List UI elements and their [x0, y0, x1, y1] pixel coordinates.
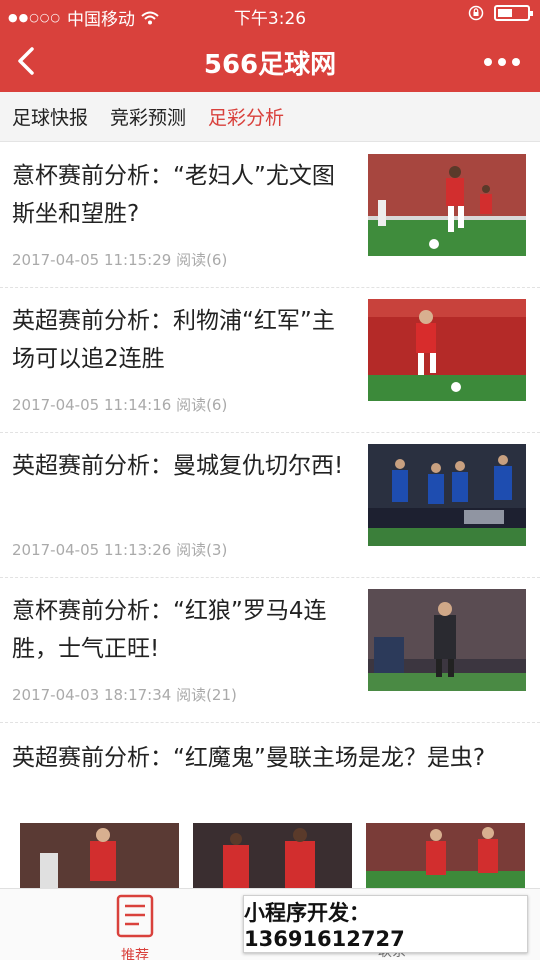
- article-meta: 2017-04-03 18:17:34 阅读(21): [12, 686, 237, 704]
- article-title: 意杯赛前分析：“红狼”罗马4连胜，士气正旺!: [12, 598, 327, 662]
- page-title: 566足球网: [203, 50, 337, 80]
- article-title: 英超赛前分析：“红魔鬼”曼联主场是龙？是虫?: [12, 745, 486, 771]
- article-thumbnail: [366, 823, 525, 891]
- more-dot-icon: [512, 58, 520, 66]
- article-thumbnail: [368, 299, 526, 401]
- list-item[interactable]: 英超赛前分析：利物浦“红军”主场可以追2连胜 2017-04-05 11:14:…: [0, 288, 540, 433]
- article-thumbnail: [368, 154, 526, 256]
- status-right: [468, 5, 533, 21]
- status-time: 下午3:26: [233, 9, 307, 29]
- article-thumbnail: [368, 444, 526, 546]
- nav-bar: 566足球网: [0, 30, 540, 92]
- rotation-lock-icon: [468, 5, 484, 21]
- status-bar: ●●○○○ 中国移动 下午3:26: [0, 0, 540, 30]
- article-thumbnail: [20, 823, 179, 891]
- article-list: 意杯赛前分析：“老妇人”尤文图斯坐和望胜? 2017-04-05 11:15:2…: [0, 143, 540, 723]
- article-meta: 2017-04-05 11:14:16 阅读(6): [12, 396, 228, 414]
- tab-lottery-prediction[interactable]: 竞彩预测: [110, 103, 186, 130]
- tab-football-news[interactable]: 足球快报: [12, 103, 88, 130]
- more-dot-icon: [498, 58, 506, 66]
- more-dot-icon: [484, 58, 492, 66]
- article-thumbnail: [193, 823, 352, 891]
- list-item[interactable]: 英超赛前分析：曼城复仇切尔西! 2017-04-05 11:13:26 阅读(3…: [0, 433, 540, 578]
- more-button[interactable]: [484, 58, 520, 66]
- article-thumbnail-row: [20, 823, 525, 891]
- list-item[interactable]: 意杯赛前分析：“红狼”罗马4连胜，士气正旺! 2017-04-03 18:17:…: [0, 578, 540, 723]
- list-item[interactable]: 意杯赛前分析：“老妇人”尤文图斯坐和望胜? 2017-04-05 11:15:2…: [0, 143, 540, 288]
- article-title: 英超赛前分析：利物浦“红军”主场可以追2连胜: [12, 308, 335, 372]
- article-meta: 2017-04-05 11:13:26 阅读(3): [12, 541, 228, 559]
- article-thumbnail: [368, 589, 526, 691]
- tab-recommend-label: 推荐: [121, 948, 149, 960]
- article-meta: 2017-04-05 11:15:29 阅读(6): [12, 251, 228, 269]
- article-title: 意杯赛前分析：“老妇人”尤文图斯坐和望胜?: [12, 163, 335, 227]
- tab-lottery-analysis[interactable]: 足彩分析: [208, 103, 284, 130]
- tab-recommend[interactable]: 推荐: [105, 893, 165, 960]
- promo-banner[interactable]: 小程序开发：13691612727: [243, 895, 528, 953]
- category-tabs: 足球快报 竞彩预测 足彩分析: [0, 92, 540, 142]
- battery-icon: [494, 5, 533, 21]
- article-title: 英超赛前分析：曼城复仇切尔西!: [12, 453, 344, 479]
- document-icon: [116, 894, 154, 938]
